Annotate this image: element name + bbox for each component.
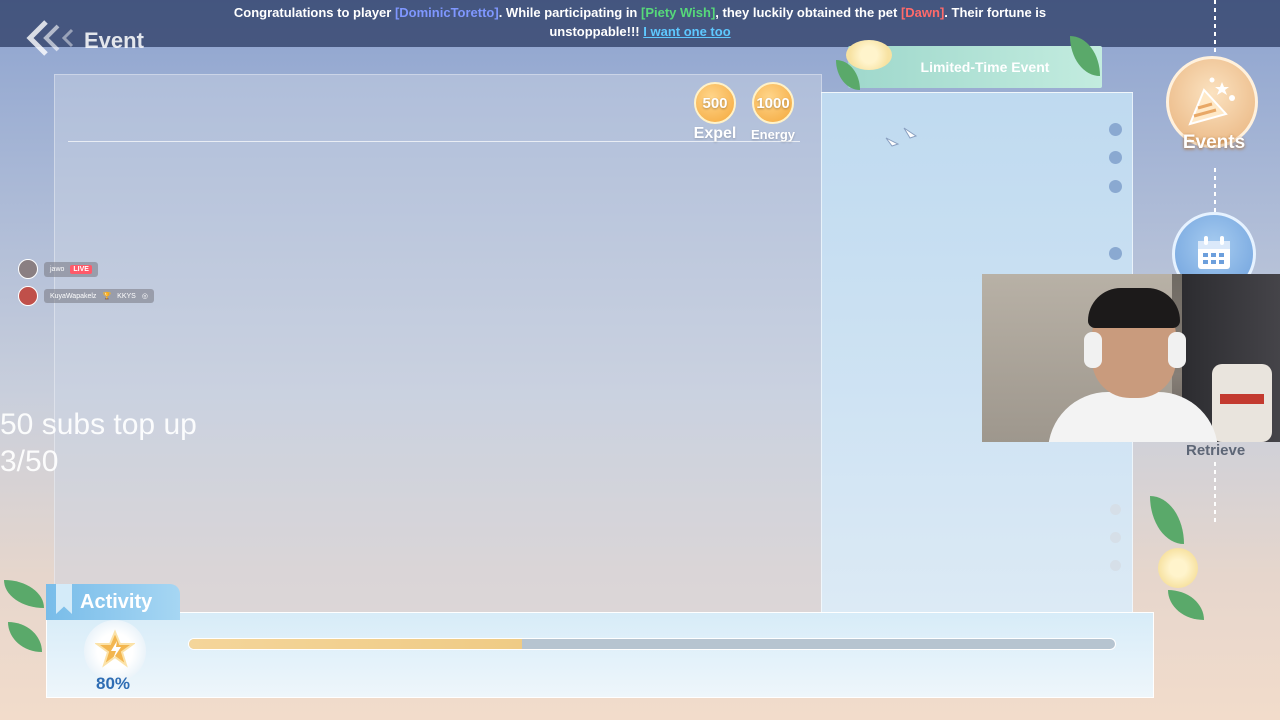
chat-pill: KuyaWapakelz 🏆 KKYS ◎ bbox=[44, 289, 154, 303]
avatar bbox=[18, 259, 38, 279]
subs-goal-overlay: 50 subs top up 3/50 bbox=[0, 406, 197, 480]
subs-goal-text: 50 subs top up bbox=[0, 408, 197, 441]
nav-connector-line bbox=[1214, 0, 1216, 56]
activity-percent: 80% bbox=[96, 674, 131, 693]
scroll-dot[interactable] bbox=[1110, 532, 1121, 543]
calendar-icon bbox=[1194, 233, 1234, 278]
scroll-dot[interactable] bbox=[1110, 504, 1121, 515]
chat-entry: jawo LIVE bbox=[18, 259, 98, 279]
scroll-dot[interactable] bbox=[1109, 247, 1122, 260]
nav-connector-line bbox=[1214, 462, 1216, 522]
want-one-too-link[interactable]: I want one too bbox=[643, 24, 730, 39]
trophy-icon: 🏆 bbox=[102, 293, 112, 300]
star-icon bbox=[93, 628, 137, 674]
circle-icon: ◎ bbox=[141, 293, 148, 300]
announcement-text: . While participating in bbox=[498, 5, 641, 20]
announcement-event: [Piety Wish] bbox=[641, 5, 716, 20]
chat-username: jawo bbox=[50, 265, 65, 273]
tab-label: Limited-Time Event bbox=[920, 59, 1050, 75]
page-title: Event bbox=[84, 28, 144, 53]
currency-amount: 500 bbox=[702, 94, 728, 112]
webcam-overlay bbox=[982, 274, 1280, 442]
chat-username: KuyaWapakelz bbox=[50, 292, 97, 300]
currency-amount: 1000 bbox=[756, 94, 790, 112]
currency-energy: 1000 Energy bbox=[744, 82, 802, 142]
back-arrow-icon bbox=[26, 18, 76, 64]
coin-icon: 1000 bbox=[752, 82, 794, 124]
activity-label: Activity bbox=[80, 590, 153, 613]
announcement-player: [DominicToretto] bbox=[394, 5, 499, 20]
scroll-dot[interactable] bbox=[1110, 560, 1121, 571]
chat-pill: jawo LIVE bbox=[44, 261, 98, 277]
headset-icon bbox=[1084, 332, 1102, 368]
subs-goal-count: 3/50 bbox=[0, 445, 59, 478]
webcam-person-hair bbox=[1088, 288, 1180, 328]
webcam-chair-stripe bbox=[1220, 394, 1264, 404]
live-badge: LIVE bbox=[70, 264, 92, 274]
scroll-dot[interactable] bbox=[1109, 123, 1122, 136]
back-button[interactable]: Event bbox=[26, 18, 144, 64]
currency-label: Energy bbox=[750, 127, 796, 142]
announcement-banner: Congratulations to player [DominicTorett… bbox=[0, 0, 1280, 47]
currency-label: Expel bbox=[693, 125, 737, 142]
activity-progress-fill bbox=[189, 639, 523, 649]
activity-bar bbox=[46, 612, 1154, 698]
flower-decoration bbox=[846, 40, 892, 70]
cursor-icon bbox=[884, 126, 920, 159]
activity-badge[interactable] bbox=[84, 620, 146, 682]
activity-progress-track bbox=[188, 638, 1116, 650]
headset-icon bbox=[1168, 332, 1186, 368]
events-label: Events bbox=[1182, 132, 1246, 153]
coin-icon: 500 bbox=[694, 82, 736, 124]
avatar bbox=[18, 286, 38, 306]
chat-badge: KKYS bbox=[117, 292, 136, 300]
announcement-text: Congratulations to player bbox=[233, 5, 395, 20]
scroll-dot[interactable] bbox=[1109, 151, 1122, 164]
announcement-pet: [Dawn] bbox=[900, 5, 945, 20]
announcement-text: unstoppable!!! bbox=[549, 24, 644, 39]
retrieve-button[interactable]: Retrieve bbox=[1186, 442, 1245, 459]
flower-decoration bbox=[1158, 548, 1198, 588]
leaf-decoration bbox=[8, 622, 42, 652]
leaf-decoration bbox=[4, 580, 44, 608]
main-panel bbox=[54, 74, 822, 616]
scroll-dot[interactable] bbox=[1109, 180, 1122, 193]
events-button[interactable]: Events bbox=[1166, 56, 1262, 166]
announcement-text: , they luckily obtained the pet bbox=[715, 5, 901, 20]
chat-entry: KuyaWapakelz 🏆 KKYS ◎ bbox=[18, 286, 154, 306]
announcement-text: . Their fortune is bbox=[944, 5, 1047, 20]
nav-connector-line bbox=[1214, 168, 1216, 212]
currency-expel: 500 Expel bbox=[686, 82, 744, 143]
leaf-decoration bbox=[1168, 590, 1204, 620]
leaf-decoration bbox=[1150, 496, 1184, 544]
